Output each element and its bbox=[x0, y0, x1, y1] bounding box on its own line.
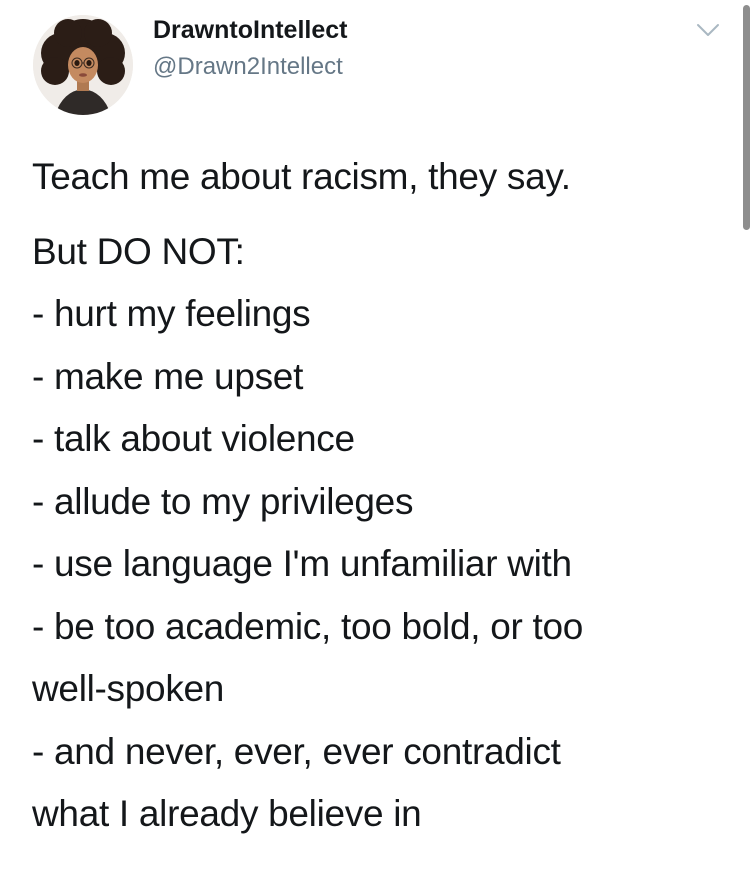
avatar[interactable] bbox=[33, 15, 133, 115]
tweet-card: DrawntoIntellect @Drawn2Intellect Teach … bbox=[0, 0, 750, 869]
tweet-heading: But DO NOT: bbox=[32, 230, 245, 272]
tweet-text: Teach me about racism, they say. But DO … bbox=[32, 146, 722, 846]
tweet-line: what I already believe in bbox=[32, 793, 422, 834]
scrollbar[interactable] bbox=[743, 5, 750, 230]
tweet-line: - allude to my privileges bbox=[32, 480, 414, 522]
tweet-line: - be too academic, too bold, or too bbox=[32, 605, 584, 647]
tweet-line: - talk about violence bbox=[32, 418, 355, 459]
avatar-illustration-icon bbox=[33, 15, 133, 115]
tweet-line: - and never, ever, ever contradict bbox=[32, 730, 561, 772]
tweet-line: well-spoken bbox=[32, 668, 225, 709]
display-name[interactable]: DrawntoIntellect bbox=[153, 14, 347, 46]
tweet-intro: Teach me about racism, they say. bbox=[32, 156, 571, 197]
tweet-line: - hurt my feelings bbox=[32, 293, 311, 334]
user-handle[interactable]: @Drawn2Intellect bbox=[153, 52, 343, 82]
chevron-down-icon bbox=[697, 24, 719, 36]
tweet-menu-button[interactable] bbox=[694, 20, 722, 42]
tweet-line: - make me upset bbox=[32, 355, 304, 397]
tweet-line: - use language I'm unfamiliar with bbox=[32, 543, 572, 584]
